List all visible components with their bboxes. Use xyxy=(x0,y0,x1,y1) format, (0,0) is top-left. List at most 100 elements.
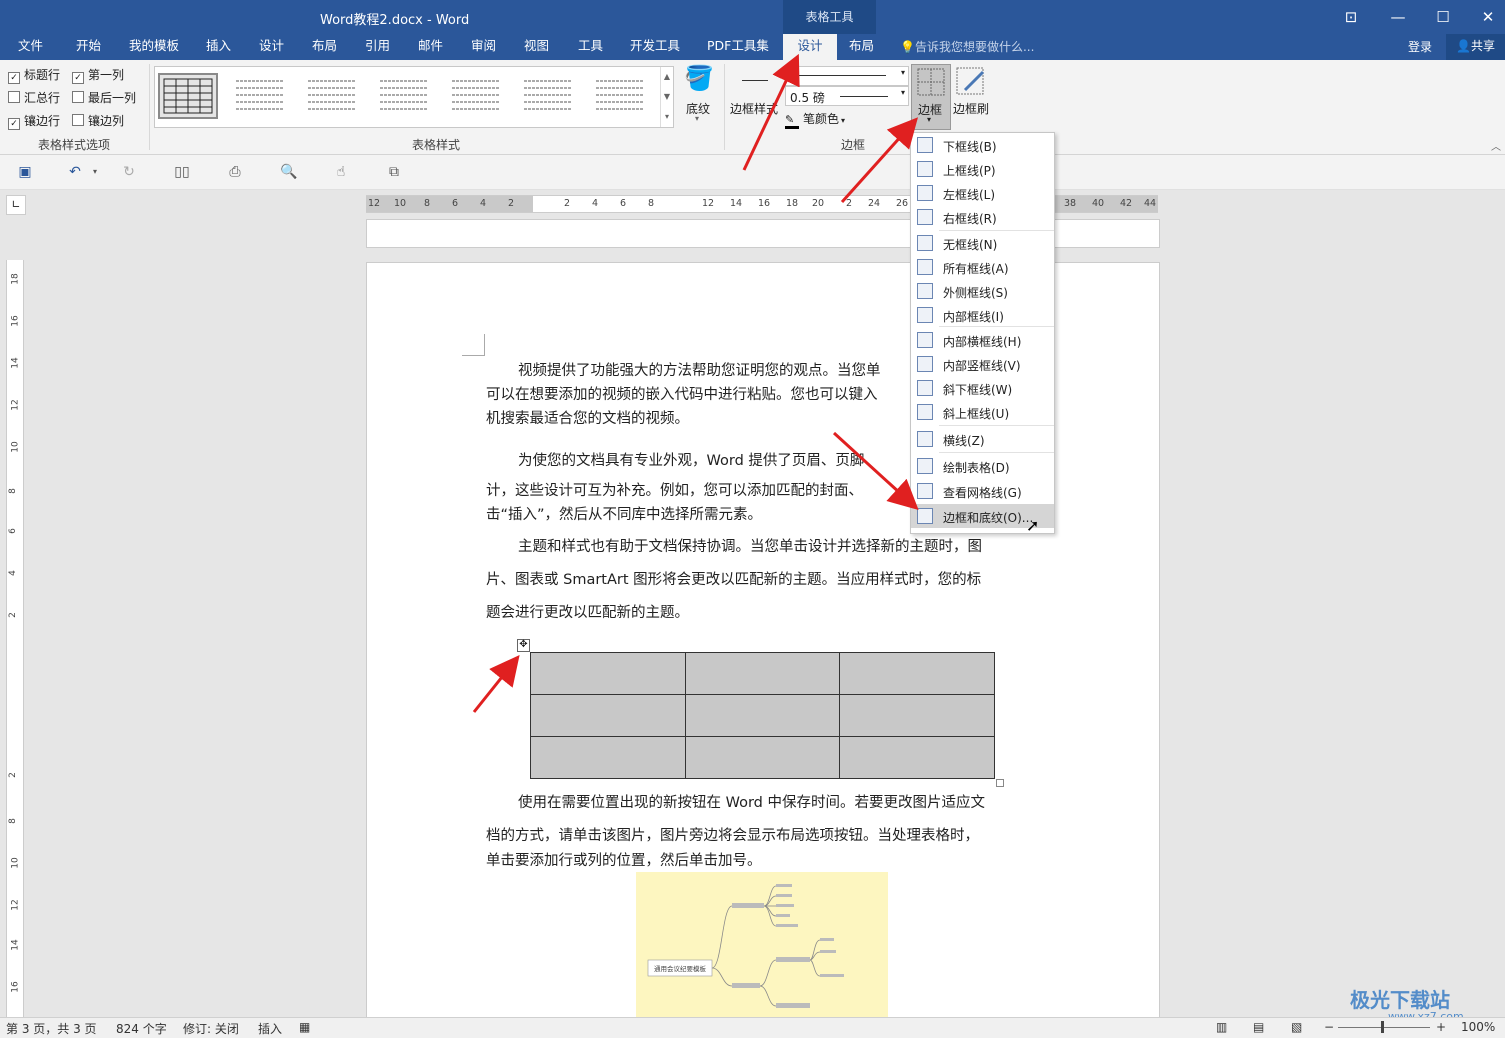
close-icon[interactable]: ✕ xyxy=(1473,6,1503,28)
tab-developer[interactable]: 开发工具 xyxy=(628,34,682,60)
paragraph-3[interactable]: 主题和样式也有助于文档保持协调。当您单击设计并选择新的主题时，图 片、图表或 S… xyxy=(486,531,1046,630)
tab-selector-icon[interactable]: ∟ xyxy=(6,195,26,215)
border-menu-item[interactable]: 斜下框线(W) xyxy=(911,376,1054,400)
read-mode-icon[interactable]: ▥ xyxy=(1216,1020,1227,1034)
table-style-plain-3[interactable] xyxy=(376,75,432,117)
shading-dropdown-arrow-icon[interactable]: ▾ xyxy=(695,114,699,123)
ribbon-display-options-icon[interactable]: ⊡ xyxy=(1336,6,1366,28)
paragraph-4[interactable]: 使用在需要位置出现的新按钮在 Word 中保存时间。若要更改图片适应文 档的方式… xyxy=(486,788,1046,876)
border-menu-item[interactable]: 无框线(N) xyxy=(911,231,1054,255)
mindmap-image[interactable]: 通用会议纪要模板 xyxy=(636,872,888,1017)
last-column-checkbox[interactable]: 最后一列 xyxy=(72,89,136,106)
tab-insert[interactable]: 插入 xyxy=(204,34,233,60)
table-cell[interactable] xyxy=(684,694,841,737)
macro-recording-icon[interactable]: ▦ xyxy=(299,1020,310,1034)
gallery-scroll[interactable]: ▲ ▼ ▾ xyxy=(660,67,673,127)
table-cell[interactable] xyxy=(530,652,686,695)
border-styles-button[interactable]: 边框样式 xyxy=(730,100,778,117)
print-preview-icon[interactable]: 🔍 xyxy=(280,163,298,181)
tab-references[interactable]: 引用 xyxy=(363,34,392,60)
border-menu-item[interactable]: 绘制表格(D) xyxy=(911,454,1054,478)
document-table[interactable] xyxy=(530,652,995,779)
undo-icon[interactable]: ↶ xyxy=(66,163,84,181)
tab-table-design[interactable]: 设计 xyxy=(783,34,837,60)
table-move-handle-icon[interactable]: ✥ xyxy=(517,639,530,652)
table-cell[interactable] xyxy=(684,736,841,779)
zoom-out-icon[interactable]: − xyxy=(1324,1020,1334,1034)
table-style-grid[interactable] xyxy=(158,73,218,119)
table-cell[interactable] xyxy=(530,736,686,779)
table-style-plain-4[interactable] xyxy=(448,75,504,117)
border-menu-item[interactable]: 内部框线(I) xyxy=(911,303,1054,327)
tab-file[interactable]: 文件 xyxy=(16,34,45,60)
zoom-level[interactable]: 100% xyxy=(1461,1020,1495,1034)
table-cell[interactable] xyxy=(839,694,995,737)
redo-icon[interactable]: ↻ xyxy=(120,163,138,181)
total-row-checkbox[interactable]: 汇总行 xyxy=(8,89,60,106)
border-menu-item[interactable]: 上框线(P) xyxy=(911,157,1054,181)
banded-columns-checkbox[interactable]: 镶边列 xyxy=(72,112,124,129)
border-painter-icon[interactable] xyxy=(955,66,987,96)
tab-home[interactable]: 开始 xyxy=(74,34,103,60)
table-cell[interactable] xyxy=(839,736,995,779)
header-row-checkbox[interactable]: ✓ 标题行 xyxy=(8,66,60,84)
border-menu-item[interactable]: 斜上框线(U) xyxy=(911,400,1054,424)
table-style-plain-6[interactable] xyxy=(592,75,648,117)
print-layout-icon[interactable]: ▤ xyxy=(1253,1020,1264,1034)
border-menu-item[interactable]: 查看网格线(G) xyxy=(911,479,1054,503)
table-style-plain-1[interactable] xyxy=(232,75,288,117)
table-style-plain-2[interactable] xyxy=(304,75,360,117)
border-menu-item[interactable]: 内部竖框线(V) xyxy=(911,352,1054,376)
tab-tools[interactable]: 工具 xyxy=(576,34,605,60)
pen-color-button[interactable]: ✎ 笔颜色 ▾ xyxy=(785,110,845,129)
pen-weight-dropdown[interactable]: 0.5 磅 ▾ xyxy=(785,86,909,106)
border-painter-button[interactable]: 边框刷 xyxy=(953,100,989,117)
tab-my-templates[interactable]: 我的模板 xyxy=(127,34,181,60)
border-menu-item[interactable]: 外侧框线(S) xyxy=(911,279,1054,303)
touch-mode-icon[interactable]: ☝ xyxy=(332,163,350,181)
line-style-dropdown[interactable]: ▾ xyxy=(785,66,909,86)
banded-rows-checkbox[interactable]: ✓ 镶边行 xyxy=(8,112,60,130)
zoom-in-icon[interactable]: + xyxy=(1436,1020,1446,1034)
table-cell[interactable] xyxy=(684,652,841,695)
customize-icon[interactable]: ⧉ xyxy=(385,163,403,181)
print-icon[interactable]: ⎙ xyxy=(226,163,244,181)
border-menu-item[interactable]: 所有框线(A) xyxy=(911,255,1054,279)
track-changes-status[interactable]: 修订: 关闭 xyxy=(183,1020,239,1037)
two-pages-icon[interactable]: ▯▯ xyxy=(173,163,191,181)
tab-table-layout[interactable]: 布局 xyxy=(847,34,876,60)
tab-view[interactable]: 视图 xyxy=(522,34,551,60)
share-button[interactable]: 👤共享 xyxy=(1446,34,1505,60)
border-menu-item[interactable]: 下框线(B) xyxy=(911,133,1054,157)
tab-layout[interactable]: 布局 xyxy=(310,34,339,60)
table-cell[interactable] xyxy=(839,652,995,695)
maximize-icon[interactable]: ☐ xyxy=(1428,6,1458,28)
zoom-slider[interactable] xyxy=(1338,1027,1430,1028)
page-count[interactable]: 第 3 页，共 3 页 xyxy=(6,1020,97,1037)
table-resize-handle[interactable] xyxy=(996,779,1004,787)
login-link[interactable]: 登录 xyxy=(1408,38,1432,55)
save-icon[interactable]: ▣ xyxy=(16,163,34,181)
border-menu-item[interactable]: 右框线(R) xyxy=(911,205,1054,229)
borders-button[interactable]: 边框 ▾ xyxy=(911,64,951,130)
border-menu-item[interactable]: 横线(Z) xyxy=(911,427,1054,451)
first-column-checkbox[interactable]: ✓ 第一列 xyxy=(72,66,124,84)
word-count[interactable]: 824 个字 xyxy=(116,1020,167,1037)
tab-pdf-tools[interactable]: PDF工具集 xyxy=(705,34,771,60)
minimize-icon[interactable]: — xyxy=(1383,6,1413,28)
insert-mode[interactable]: 插入 xyxy=(258,1020,282,1037)
border-menu-item[interactable]: 左框线(L) xyxy=(911,181,1054,205)
table-styles-gallery[interactable]: ▲ ▼ ▾ xyxy=(154,66,674,128)
collapse-ribbon-icon[interactable]: ︿ xyxy=(1491,138,1501,153)
tell-me-search[interactable]: 💡告诉我您想要做什么... xyxy=(900,38,1034,55)
paint-bucket-icon[interactable]: 🪣 xyxy=(682,64,716,104)
tab-review[interactable]: 审阅 xyxy=(469,34,498,60)
vertical-ruler[interactable]: 18 16 14 12 10 8 6 4 2 2 8 10 12 14 16 xyxy=(6,260,24,1017)
zoom-slider-thumb[interactable] xyxy=(1381,1021,1384,1033)
table-cell[interactable] xyxy=(530,694,686,737)
tab-mailings[interactable]: 邮件 xyxy=(416,34,445,60)
tab-design[interactable]: 设计 xyxy=(257,34,286,60)
table-style-plain-5[interactable] xyxy=(520,75,576,117)
web-layout-icon[interactable]: ▧ xyxy=(1291,1020,1302,1034)
border-menu-item[interactable]: 内部横框线(H) xyxy=(911,328,1054,352)
